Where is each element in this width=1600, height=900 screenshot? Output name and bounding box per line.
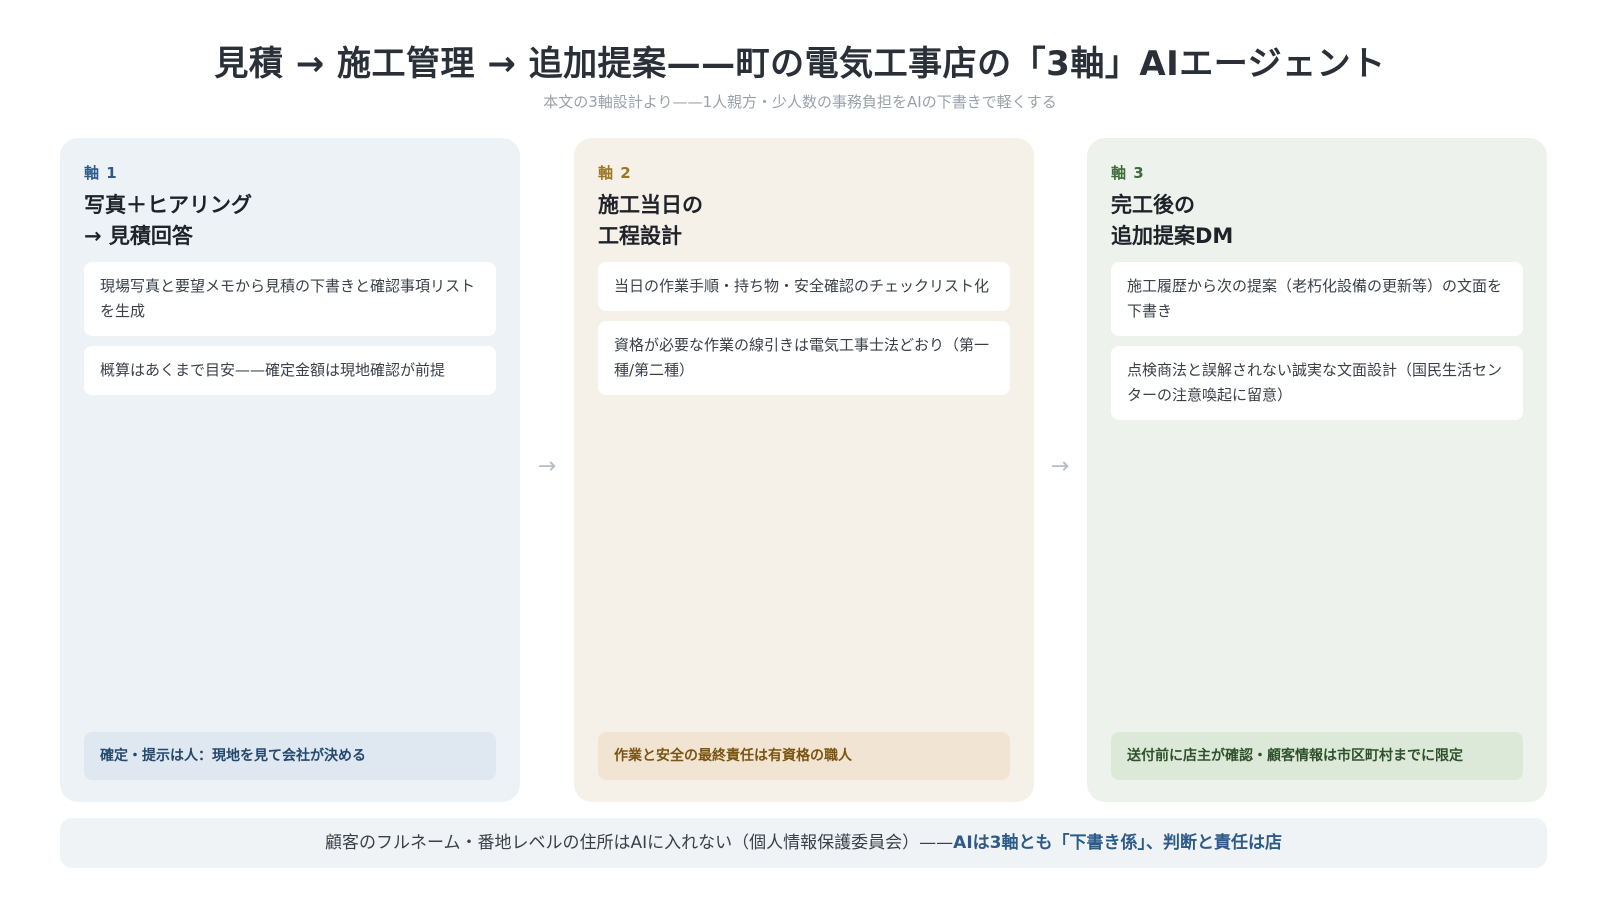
- page-title: 見積 → 施工管理 → 追加提案——町の電気工事店の「3軸」AIエージェント: [214, 44, 1386, 84]
- axis-item: 概算はあくまで目安——確定金額は現地確認が前提: [84, 346, 496, 395]
- axis-item: 点検商法と誤解されない誠実な文面設計（国民生活センターの注意喚起に留意）: [1111, 346, 1523, 420]
- axis-card-1: 軸 1 写真＋ヒアリング → 見積回答 現場写真と要望メモから見積の下書きと確認…: [60, 138, 520, 802]
- axis-item: 施工履歴から次の提案（老朽化設備の更新等）の文面を下書き: [1111, 262, 1523, 336]
- axis-card-3: 軸 3 完工後の 追加提案DM 施工履歴から次の提案（老朽化設備の更新等）の文面…: [1087, 138, 1547, 802]
- axis-responsibility-note: 送付前に店主が確認・顧客情報は市区町村までに限定: [1111, 732, 1523, 780]
- flow-arrow-icon: →: [537, 454, 557, 479]
- footer-text: 顧客のフルネーム・番地レベルの住所はAIに入れない（個人情報保護委員会）——: [325, 833, 954, 853]
- axis-item: 当日の作業手順・持ち物・安全確認のチェックリスト化: [598, 262, 1010, 311]
- axis-title: 写真＋ヒアリング → 見積回答: [84, 190, 496, 252]
- axis-responsibility-note: 確定・提示は人：現地を見て会社が決める: [84, 732, 496, 780]
- axis-item: 現場写真と要望メモから見積の下書きと確認事項リストを生成: [84, 262, 496, 336]
- flow-arrow-icon: →: [1050, 454, 1070, 479]
- axis-item-list: 施工履歴から次の提案（老朽化設備の更新等）の文面を下書き 点検商法と誤解されない…: [1111, 262, 1523, 430]
- axis-item-list: 当日の作業手順・持ち物・安全確認のチェックリスト化 資格が必要な作業の線引きは電…: [598, 262, 1010, 405]
- axis-item-list: 現場写真と要望メモから見積の下書きと確認事項リストを生成 概算はあくまで目安——…: [84, 262, 496, 405]
- axis-title-line-2: 追加提案DM: [1111, 224, 1234, 248]
- footer-emphasis: AIは3軸とも「下書き係」、判断と責任は店: [953, 833, 1282, 853]
- axis-title-line-2: 工程設計: [598, 224, 682, 248]
- axis-title: 完工後の 追加提案DM: [1111, 190, 1523, 252]
- axis-title-line-1: 施工当日の: [598, 193, 703, 217]
- page-subtitle: 本文の3軸設計より——1人親方・少人数の事務負担をAIの下書きで軽くする: [543, 93, 1057, 111]
- axis-title-line-1: 写真＋ヒアリング: [84, 193, 252, 217]
- axis-item: 資格が必要な作業の線引きは電気工事士法どおり（第一種/第二種）: [598, 321, 1010, 395]
- axis-title-line-1: 完工後の: [1111, 193, 1195, 217]
- axis-label: 軸 2: [598, 164, 632, 182]
- axis-responsibility-note: 作業と安全の最終責任は有資格の職人: [598, 732, 1010, 780]
- axis-title: 施工当日の 工程設計: [598, 190, 1010, 252]
- footer-banner: 顧客のフルネーム・番地レベルの住所はAIに入れない（個人情報保護委員会）——AI…: [60, 818, 1547, 868]
- axis-label: 軸 1: [84, 164, 118, 182]
- axis-title-line-2: → 見積回答: [84, 224, 193, 248]
- page: 見積 → 施工管理 → 追加提案——町の電気工事店の「3軸」AIエージェント 本…: [0, 0, 1600, 900]
- axis-label: 軸 3: [1111, 164, 1145, 182]
- axis-card-2: 軸 2 施工当日の 工程設計 当日の作業手順・持ち物・安全確認のチェックリスト化…: [574, 138, 1034, 802]
